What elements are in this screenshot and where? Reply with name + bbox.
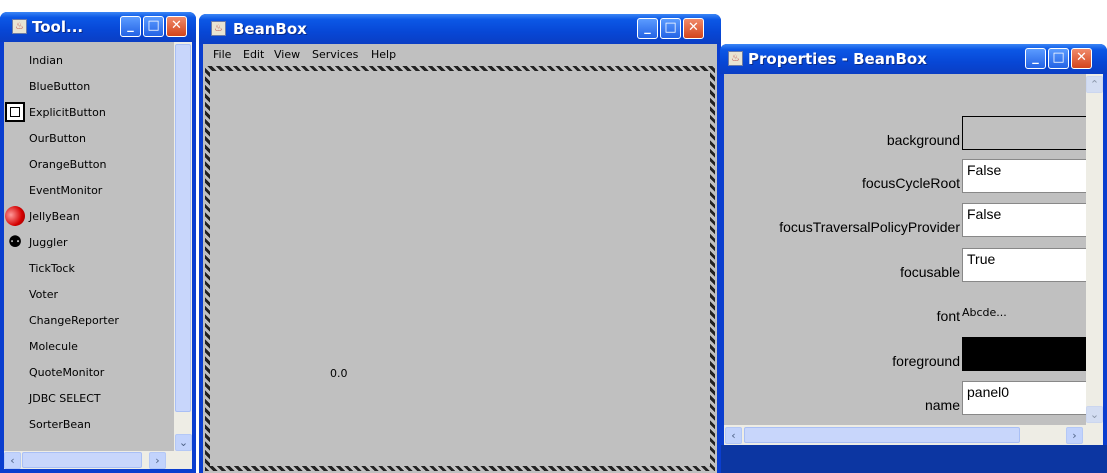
property-sheet: background focusCycleRoot False focusTraver… (724, 74, 1103, 425)
toolbox-item[interactable]: QuoteMonitor (4, 360, 174, 386)
toolbox-item[interactable]: BlueButton (4, 74, 174, 100)
beanbox-client: File Edit View Services Help 0.0 (203, 44, 717, 473)
toolbox-item[interactable]: OurButton (4, 126, 174, 152)
minimize-button[interactable]: _ (1025, 48, 1046, 69)
toolbox-item-label: OrangeButton (29, 158, 107, 171)
property-label: font (936, 308, 960, 324)
juggler-icon: ⚉ (7, 232, 23, 251)
toolbox-item[interactable]: ExplicitButton (4, 100, 174, 126)
toolbox-window: ♨ Tool... _ □ ✕ Indian BlueButton Explicit… (0, 12, 196, 473)
scroll-right-button[interactable]: › (149, 452, 166, 469)
toolbox-item-label: ExplicitButton (29, 106, 106, 119)
toolbox-horizontal-scrollbar[interactable]: ‹ › (4, 451, 192, 469)
toolbox-item[interactable]: ⚉ Juggler (4, 230, 174, 256)
toolbox-item[interactable]: EventMonitor (4, 178, 174, 204)
maximize-button[interactable]: □ (1048, 48, 1069, 69)
toolbox-item-label: JellyBean (29, 210, 80, 223)
toolbox-item-label: TickTock (29, 262, 75, 275)
toolbox-item[interactable]: Molecule (4, 334, 174, 360)
property-value-field[interactable]: False (962, 159, 1087, 193)
maximize-button[interactable]: □ (660, 18, 681, 39)
color-swatch[interactable] (962, 116, 1087, 150)
toolbox-item-label: JDBC SELECT (29, 392, 101, 405)
font-preview[interactable]: Abcde... (962, 306, 1007, 319)
scroll-up-button[interactable]: ⌃ (1086, 76, 1103, 93)
beanbox-title: BeanBox (233, 20, 307, 38)
beanbox-window: ♨ BeanBox _ □ ✕ File Edit View Services … (199, 14, 721, 473)
maximize-button[interactable]: □ (143, 16, 164, 37)
toolbox-item[interactable]: SorterBean (4, 412, 174, 438)
minimize-button[interactable]: _ (120, 16, 141, 37)
minimize-button[interactable]: _ (637, 18, 658, 39)
toolbox-item-label: OurButton (29, 132, 86, 145)
property-label: name (924, 397, 960, 413)
toolbox-item-label: QuoteMonitor (29, 366, 105, 379)
close-button[interactable]: ✕ (166, 16, 187, 37)
beanbox-titlebar[interactable]: ♨ BeanBox _ □ ✕ (199, 14, 721, 44)
properties-titlebar[interactable]: ♨ Properties - BeanBox _ □ ✕ (720, 44, 1107, 74)
bean-canvas-border: 0.0 (205, 66, 715, 471)
toolbox-item[interactable]: Voter (4, 282, 174, 308)
toolbox-item[interactable]: OrangeButton (4, 152, 174, 178)
property-label: focusTraversalPolicyProvider (779, 219, 960, 235)
close-button[interactable]: ✕ (1071, 48, 1092, 69)
scroll-left-button[interactable]: ‹ (725, 427, 742, 444)
properties-horizontal-scrollbar[interactable]: ‹ › (724, 425, 1103, 445)
menu-view[interactable]: View (274, 48, 300, 61)
menu-edit[interactable]: Edit (243, 48, 264, 61)
scroll-right-button[interactable]: › (1066, 427, 1083, 444)
java-cup-icon: ♨ (211, 21, 226, 36)
button-frame-icon (5, 102, 25, 122)
canvas-value: 0.0 (330, 367, 348, 380)
scroll-thumb[interactable] (22, 452, 142, 468)
toolbox-item-label: Juggler (29, 236, 68, 249)
toolbox-item[interactable]: TickTock (4, 256, 174, 282)
toolbox-titlebar[interactable]: ♨ Tool... _ □ ✕ (0, 12, 196, 42)
properties-client: background focusCycleRoot False focusTraver… (724, 74, 1103, 445)
menu-bar: File Edit View Services Help (203, 44, 717, 66)
toolbox-item-label: SorterBean (29, 418, 91, 431)
toolbox-item-label: BlueButton (29, 80, 91, 93)
desktop-background (720, 445, 1107, 473)
toolbox-item-label: ChangeReporter (29, 314, 119, 327)
toolbox-item-label: Molecule (29, 340, 78, 353)
jellybean-icon (4, 202, 29, 230)
scroll-down-button[interactable]: ⌄ (175, 434, 192, 451)
menu-help[interactable]: Help (371, 48, 396, 61)
java-cup-icon: ♨ (12, 19, 27, 34)
toolbox-item-label: Voter (29, 288, 59, 301)
scroll-left-button[interactable]: ‹ (4, 452, 21, 469)
toolbox-item-label: EventMonitor (29, 184, 103, 197)
scroll-down-button[interactable]: ⌄ (1086, 406, 1103, 423)
property-value-field[interactable]: False (962, 203, 1087, 237)
properties-vertical-scrollbar[interactable]: ⌃ ⌄ (1086, 74, 1103, 425)
property-label: focusCycleRoot (861, 175, 960, 191)
color-swatch[interactable] (962, 337, 1087, 371)
java-cup-icon: ♨ (728, 51, 743, 66)
close-button[interactable]: ✕ (683, 18, 704, 39)
toolbox-item[interactable]: ChangeReporter (4, 308, 174, 334)
toolbox-item[interactable]: Indian (4, 48, 174, 74)
properties-title: Properties - BeanBox (748, 50, 927, 68)
toolbox-client: Indian BlueButton ExplicitButton OurButton O… (4, 42, 192, 469)
scroll-thumb[interactable] (175, 44, 191, 412)
scroll-thumb[interactable] (744, 427, 1020, 443)
toolbox-item-label: Indian (29, 54, 63, 67)
menu-services[interactable]: Services (312, 48, 358, 61)
toolbox-vertical-scrollbar[interactable]: ⌄ (174, 42, 192, 451)
property-value-field[interactable]: panel0 (962, 381, 1087, 415)
toolbox-item[interactable]: JDBC SELECT (4, 386, 174, 412)
toolbox-title: Tool... (32, 18, 84, 36)
toolbox-list: Indian BlueButton ExplicitButton OurButton O… (4, 42, 174, 451)
property-label: background (886, 132, 960, 148)
property-label: focusable (900, 264, 960, 280)
properties-window: ♨ Properties - BeanBox _ □ ✕ background f… (720, 44, 1107, 445)
bean-canvas[interactable]: 0.0 (210, 71, 710, 466)
toolbox-item[interactable]: JellyBean (4, 202, 174, 230)
menu-file[interactable]: File (213, 48, 231, 61)
property-value-field[interactable]: True (962, 248, 1087, 282)
property-label: foreground (892, 353, 960, 369)
